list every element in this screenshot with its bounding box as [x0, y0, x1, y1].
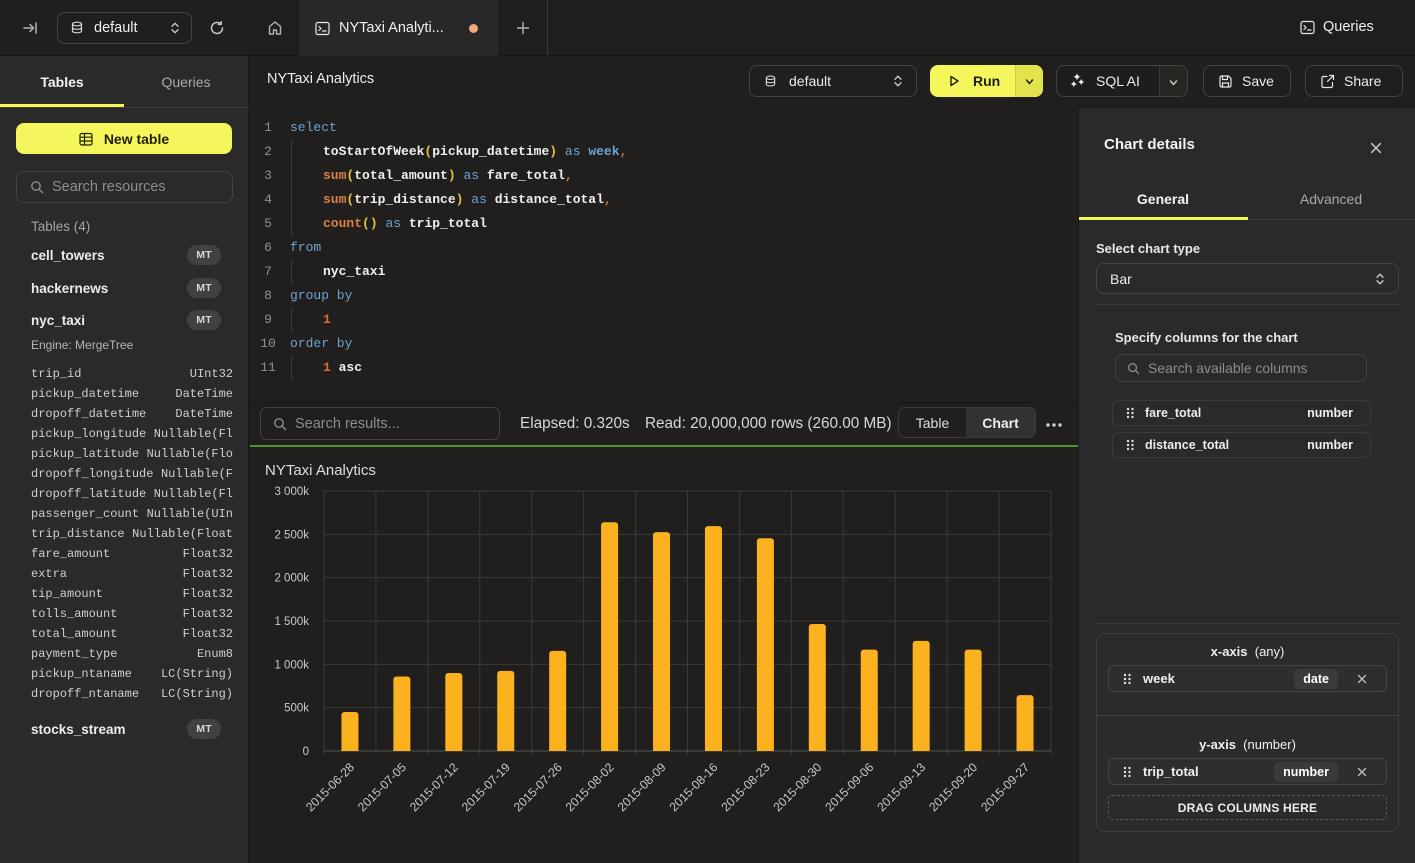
svg-text:2015-08-16: 2015-08-16	[667, 760, 721, 814]
svg-text:2015-08-02: 2015-08-02	[563, 760, 617, 814]
svg-text:1 000k: 1 000k	[274, 659, 309, 671]
svg-text:2015-07-26: 2015-07-26	[511, 760, 565, 814]
svg-text:0: 0	[303, 746, 309, 758]
svg-text:2015-09-06: 2015-09-06	[822, 760, 876, 814]
svg-text:2015-06-28: 2015-06-28	[303, 760, 357, 814]
svg-text:2015-07-05: 2015-07-05	[355, 760, 409, 814]
svg-text:2015-08-23: 2015-08-23	[719, 760, 773, 814]
svg-text:500k: 500k	[284, 703, 309, 715]
svg-text:2015-07-12: 2015-07-12	[407, 760, 461, 814]
svg-text:NYTaxi Analytics: NYTaxi Analytics	[265, 462, 376, 479]
svg-text:1 500k: 1 500k	[274, 616, 309, 628]
svg-text:2 000k: 2 000k	[274, 573, 309, 585]
svg-text:2015-08-09: 2015-08-09	[615, 760, 669, 814]
svg-text:2 500k: 2 500k	[274, 529, 309, 541]
svg-text:2015-09-13: 2015-09-13	[874, 760, 928, 814]
svg-text:2015-07-19: 2015-07-19	[459, 760, 513, 814]
svg-text:2015-09-27: 2015-09-27	[978, 760, 1032, 814]
svg-text:3 000k: 3 000k	[274, 486, 309, 498]
svg-text:2015-08-30: 2015-08-30	[770, 760, 824, 814]
svg-text:2015-09-20: 2015-09-20	[926, 760, 980, 814]
